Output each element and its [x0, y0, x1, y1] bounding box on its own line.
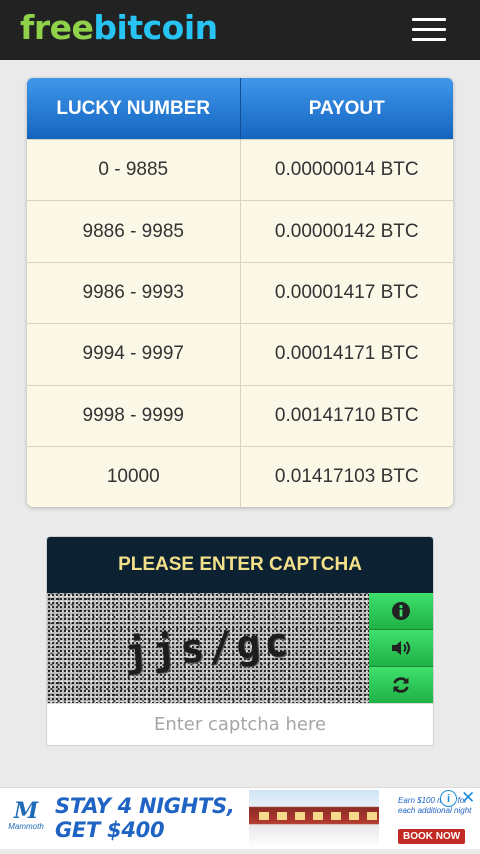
captcha-image-text: jjs/gc — [122, 619, 294, 677]
table-row: 9986 - 9993 0.00001417 BTC — [27, 261, 454, 324]
site-logo[interactable]: freebitcoin — [20, 6, 218, 50]
ad-close-icon[interactable]: ✕ — [461, 788, 475, 808]
logo-bitcoin: bitcoin — [93, 8, 218, 47]
refresh-icon[interactable] — [369, 667, 433, 703]
payout-cell: 0.00000014 BTC — [239, 140, 454, 201]
ad-brand-name: Mammoth — [8, 822, 44, 831]
payout-cell: 0.00001417 BTC — [239, 262, 454, 324]
table-row: 9998 - 9999 0.00141710 BTC — [27, 384, 454, 446]
table-header: LUCKY NUMBER PAYOUT — [27, 78, 453, 139]
captcha-input[interactable] — [47, 703, 433, 745]
ad-headline-line2: GET $400 — [55, 818, 165, 842]
speaker-icon[interactable] — [369, 630, 433, 667]
info-icon[interactable] — [369, 593, 433, 630]
lucky-number-cell: 9886 - 9985 — [82, 220, 184, 242]
lucky-number-cell: 0 - 9885 — [98, 159, 169, 181]
lucky-number-cell: 9986 - 9993 — [82, 281, 184, 303]
lucky-number-cell: 9998 - 9999 — [82, 404, 184, 426]
payout-cell: 0.00141710 BTC — [239, 385, 454, 446]
hamburger-menu-icon[interactable] — [412, 18, 446, 44]
lucky-number-cell: 10000 — [106, 466, 160, 488]
ad-hotel-image — [249, 790, 379, 848]
ad-banner[interactable]: M Mammoth STAY 4 NIGHTS, GET $400 Earn $… — [0, 787, 480, 849]
payout-table: LUCKY NUMBER PAYOUT 0 - 9885 0.00000014 … — [27, 78, 454, 508]
table-row: 10000 0.01417103 BTC — [27, 445, 454, 508]
captcha-tools — [369, 593, 433, 703]
header-lucky-number: LUCKY NUMBER — [56, 97, 211, 119]
top-bar: freebitcoin — [0, 0, 480, 60]
table-row: 9886 - 9985 0.00000142 BTC — [27, 200, 454, 262]
ad-headline-line1: STAY 4 NIGHTS, — [55, 794, 235, 818]
payout-cell: 0.00014171 BTC — [239, 324, 454, 385]
ad-headline: STAY 4 NIGHTS, GET $400 — [55, 794, 235, 842]
book-now-button[interactable]: BOOK NOW — [398, 829, 466, 844]
payout-cell: 0.01417103 BTC — [239, 446, 454, 508]
captcha-row: jjs/gc — [47, 593, 433, 703]
ad-info-icon[interactable]: i — [440, 790, 457, 807]
captcha-image: jjs/gc — [47, 593, 369, 703]
header-payout: PAYOUT — [239, 78, 454, 139]
logo-free: free — [20, 8, 94, 47]
ad-brand-logo: M Mammoth — [6, 800, 46, 831]
table-row: 0 - 9885 0.00000014 BTC — [27, 139, 454, 201]
table-row: 9994 - 9997 0.00014171 BTC — [27, 323, 454, 385]
captcha-title: PLEASE ENTER CAPTCHA — [47, 537, 433, 593]
lucky-number-cell: 9994 - 9997 — [82, 343, 184, 365]
payout-cell: 0.00000142 BTC — [239, 201, 454, 262]
captcha-panel: PLEASE ENTER CAPTCHA jjs/gc — [46, 536, 434, 746]
